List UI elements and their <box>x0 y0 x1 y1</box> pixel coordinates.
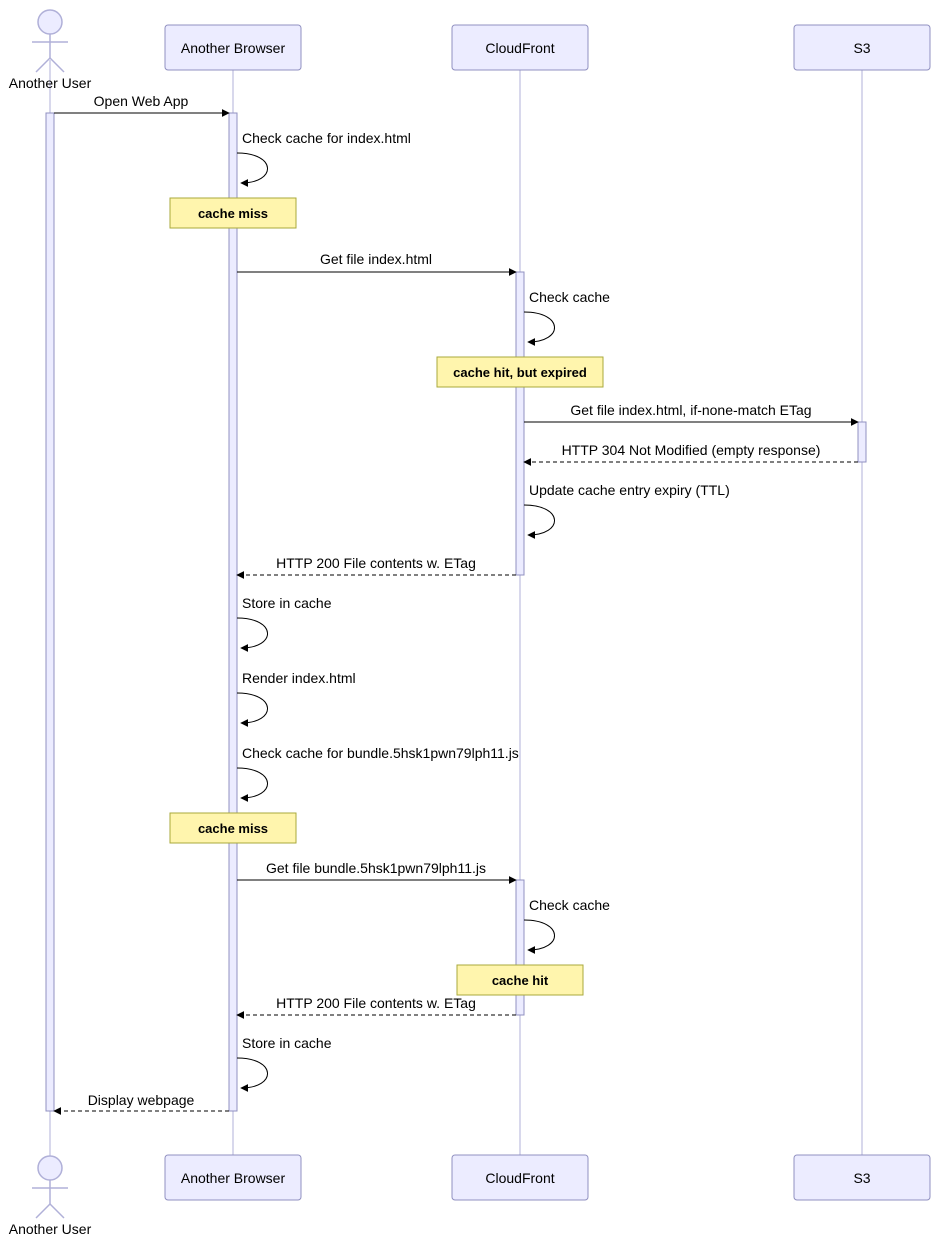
msg-update-ttl: Update cache entry expiry (TTL) <box>529 482 730 498</box>
actor-cloudfront-top: CloudFront <box>452 25 588 70</box>
actor-s3-bottom: S3 <box>794 1155 930 1200</box>
actor-cloudfront-label: CloudFront <box>485 40 554 56</box>
msg-200-index: HTTP 200 File contents w. ETag <box>276 555 476 571</box>
note-cache-miss-2-text: cache miss <box>198 821 268 836</box>
actor-cloudfront-bottom: CloudFront <box>452 1155 588 1200</box>
msg-200-bundle: HTTP 200 File contents w. ETag <box>276 995 476 1011</box>
actor-user-top: Another User <box>9 10 92 91</box>
msg-check-index: Check cache for index.html <box>242 130 411 146</box>
actor-s3-label: S3 <box>853 40 870 56</box>
msg-304: HTTP 304 Not Modified (empty response) <box>562 442 821 458</box>
msg-get-index: Get file index.html <box>320 251 432 267</box>
msg-get-bundle: Get file bundle.5hsk1pwn79lph11.js <box>266 860 486 876</box>
activation-user <box>46 113 54 1111</box>
msg-render-index: Render index.html <box>242 670 356 686</box>
note-cache-hit-text: cache hit <box>492 973 549 988</box>
actor-user-label-bottom: Another User <box>9 1221 92 1237</box>
actor-s3-top: S3 <box>794 25 930 70</box>
msg-store-cache-2: Store in cache <box>242 1035 332 1051</box>
actor-browser-label-bottom: Another Browser <box>181 1170 286 1186</box>
actor-browser-top: Another Browser <box>165 25 301 70</box>
activation-cloudfront-1 <box>516 272 524 575</box>
actor-user-label: Another User <box>9 75 92 91</box>
actor-cloudfront-label-bottom: CloudFront <box>485 1170 554 1186</box>
note-cache-hit-expired-text: cache hit, but expired <box>453 365 587 380</box>
actor-browser-label: Another Browser <box>181 40 286 56</box>
actor-s3-label-bottom: S3 <box>853 1170 870 1186</box>
sequence-diagram: Another User Another Browser CloudFront … <box>0 0 941 1254</box>
msg-cf-check-cache-1: Check cache <box>529 289 610 305</box>
msg-cf-check-cache-2: Check cache <box>529 897 610 913</box>
activation-browser <box>229 113 237 1111</box>
activation-s3 <box>858 422 866 462</box>
msg-store-cache-1: Store in cache <box>242 595 332 611</box>
actor-user-bottom: Another User <box>9 1156 92 1237</box>
msg-display: Display webpage <box>88 1092 195 1108</box>
msg-check-bundle: Check cache for bundle.5hsk1pwn79lph11.j… <box>242 745 519 761</box>
msg-get-ifnonematch: Get file index.html, if-none-match ETag <box>570 402 811 418</box>
msg-open-web-app: Open Web App <box>94 93 189 109</box>
actor-browser-bottom: Another Browser <box>165 1155 301 1200</box>
note-cache-miss-1-text: cache miss <box>198 206 268 221</box>
